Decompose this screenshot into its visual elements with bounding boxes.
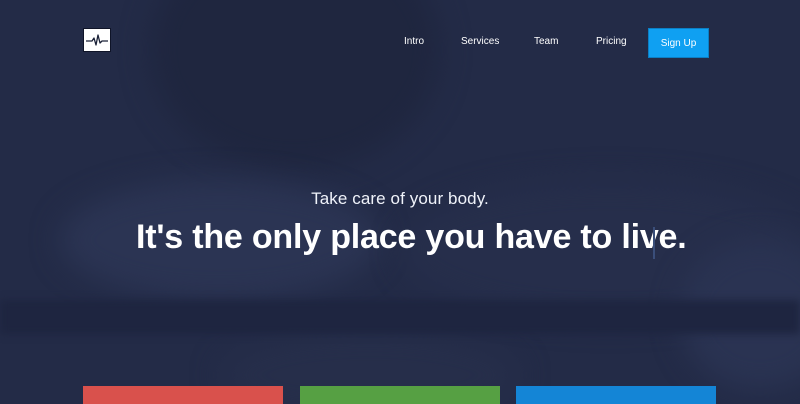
- typing-caret: [653, 227, 655, 259]
- feature-card-green[interactable]: [300, 386, 500, 404]
- feature-card-blue[interactable]: [516, 386, 716, 404]
- nav-team[interactable]: Team: [534, 36, 558, 47]
- heartbeat-icon: [86, 34, 108, 46]
- feature-card-red[interactable]: [83, 386, 283, 404]
- nav-intro[interactable]: Intro: [404, 36, 424, 47]
- site-logo[interactable]: [83, 28, 111, 52]
- background-photo-shape: [150, 0, 440, 170]
- sign-up-button[interactable]: Sign Up: [648, 28, 709, 58]
- background-photo-band: [0, 300, 800, 334]
- nav-services[interactable]: Services: [461, 36, 499, 47]
- hero-title: It's the only place you have to live.: [136, 218, 687, 256]
- landing-page: Intro Services Team Pricing Sign Up Take…: [0, 0, 800, 404]
- hero-subtitle: Take care of your body.: [311, 189, 489, 208]
- nav-pricing[interactable]: Pricing: [596, 36, 627, 47]
